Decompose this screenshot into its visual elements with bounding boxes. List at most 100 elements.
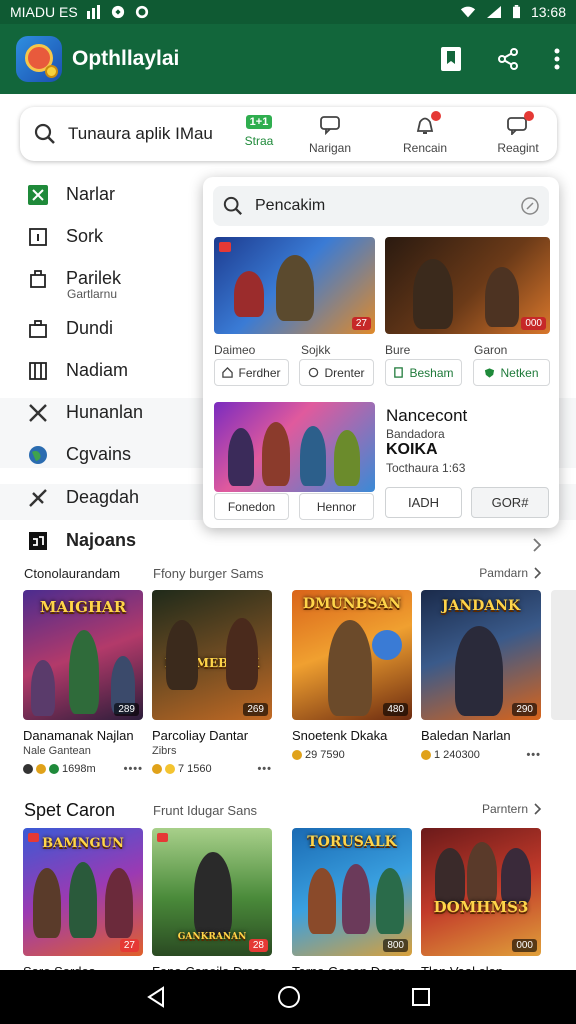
card-meta: 1698m [62,763,96,775]
home-circle-icon[interactable] [277,985,301,1009]
featured-sub: Bandadora [386,427,445,441]
game-card[interactable]: DMUNBSAN 480 Snoetenk Dkaka 29 7590 [292,590,412,761]
more-vert-icon[interactable] [554,48,560,70]
card-name: Parcoliay Dantar [152,728,249,743]
sidebar-item-parilek[interactable]: Parilek [28,268,121,289]
popup-search-field[interactable]: Pencakim [213,186,549,226]
book-icon [28,361,48,381]
tab-label: Reagint [497,141,539,155]
whatsapp-icon [135,5,148,19]
search-popup: Pencakim 27 000 Daimeo Sojkk Bure Garon … [203,177,559,528]
hot-badge [28,833,39,842]
game-card[interactable]: JANDANK 290 Baledan Narlan 1 240300 ••• [421,590,541,761]
card-tag: 28 [248,939,268,952]
sidebar-item-sub: Gartlarnu [67,287,118,301]
tab-reagint[interactable]: Reagint [483,111,553,155]
clear-icon[interactable] [521,197,539,215]
chevron-right-icon [534,567,542,579]
art-title: BAMNGUN [42,836,124,851]
sidebar-item-deagdah[interactable]: Deagdah [28,487,139,508]
badge-dot [431,111,441,121]
doc-icon [394,367,404,378]
back-icon[interactable] [145,986,167,1008]
more-dots-icon[interactable]: •••• [124,763,143,775]
section-subheader: Ffony burger Sams [153,566,264,581]
thumb-action[interactable]: Fonedon [214,493,289,520]
game-card[interactable]: GANKRANAN 28 Fana Caneila Drsse [152,828,272,979]
game-card[interactable]: TORUSALK 800 Tarna Gaean Deara [292,828,412,979]
sidebar-item-nadiam[interactable]: Nadiam [28,360,128,381]
card-tag: 480 [383,703,408,716]
tab-label: Rencain [402,141,448,155]
sidebar-item-narlar[interactable]: Narlar [28,184,115,205]
signal-bars-icon [86,5,100,19]
thumb-action[interactable]: Hennor [299,493,374,520]
game-card-partial[interactable] [551,590,576,720]
clock: 13:68 [530,4,566,20]
chevron-right-icon[interactable] [532,537,542,553]
card-sub: Nale Gantean [23,745,91,757]
game-card[interactable]: DOMHMS3 000 Tlan Vaal alan [421,828,541,979]
battery-icon [512,5,520,19]
home-icon [222,367,234,378]
tab-narigan[interactable]: Narigan [295,115,365,155]
more-dots-icon[interactable]: ••• [257,763,272,775]
sidebar-item-dundi[interactable]: Dundi [28,318,113,339]
app-bar: Opthllaylai [0,24,576,94]
chat-icon [320,116,340,135]
thumb-label: Daimeo [214,343,256,357]
game-thumbnail[interactable]: 27 [214,237,375,334]
search-bar[interactable]: Tunaura aplik IMau 1+1 Straa Narigan Ren… [20,107,557,161]
section-title: Spet Caron [24,800,116,820]
filter-pill[interactable]: Ferdher [214,359,289,386]
featured-button[interactable]: IADH [385,487,462,518]
badge-dot [524,111,534,121]
app-logo[interactable] [16,36,62,82]
section-subheader: Frunt Idugar Sans [153,803,258,818]
see-more-label: Parntern [481,802,528,816]
section-header: Ctonolaurandam [24,566,121,581]
card-tag: 000 [512,939,537,952]
sidebar-item-label: Cgvains [66,444,132,464]
filter-pill[interactable]: Drenter [299,359,374,386]
sidebar-item-najoans[interactable]: Najoans [28,530,136,551]
card-tag: 800 [383,939,408,952]
sidebar-item-hunanlan[interactable]: Hunanlan [28,402,143,423]
sidebar-item-cgvains[interactable]: Cgvains [28,444,131,465]
game-card[interactable]: DANMEBANK 269 Parcoliay Dantar Zibrs 7 1… [152,590,272,775]
search-query[interactable]: Tunaura aplik IMau [68,124,213,144]
sidebar-item-label: Deagdah [66,487,140,507]
filter-pill[interactable]: Besham [385,359,462,386]
share-icon[interactable] [496,47,520,71]
card-meta: 7 1560 [178,763,212,775]
pill-label: Netken [500,365,539,380]
game-thumbnail[interactable]: 000 [385,237,550,334]
hot-badge [219,242,231,252]
notification-icon [111,5,124,19]
sidebar-item-sork[interactable]: Sork [28,226,103,247]
search-icon [34,123,55,144]
sidebar-item-label: Sork [66,226,104,246]
game-card[interactable]: MAIGHAR 289 Danamanak Najlan Nale Gantea… [23,590,143,775]
card-tag: 27 [119,939,139,952]
thumb-tag: 27 [351,317,371,330]
shield-icon [485,367,495,378]
recents-square-icon[interactable] [411,987,431,1007]
sidebar-item-label: Parilek [66,268,122,288]
bookmark-icon[interactable] [440,46,462,72]
smart-tab[interactable]: 1+1 Straa [234,112,284,148]
see-more-link[interactable]: Pamdarn [479,566,542,580]
filter-pill[interactable]: Netken [473,359,550,386]
game-thumbnail[interactable] [214,402,375,492]
art-title: TORUSALK [307,834,397,850]
featured-button[interactable]: GOR# [471,487,549,518]
swords-icon [28,403,48,423]
tab-rencain[interactable]: Rencain [390,111,460,155]
cell-signal-icon [486,6,501,18]
see-more-link[interactable]: Parntern [482,802,542,816]
card-tag: 269 [243,703,268,716]
globe-icon [28,445,48,465]
game-card[interactable]: BAMNGUN 27 Saro Sordes [23,828,143,979]
smart-badge: 1+1 [245,115,273,129]
more-dots-icon[interactable]: ••• [526,749,541,761]
